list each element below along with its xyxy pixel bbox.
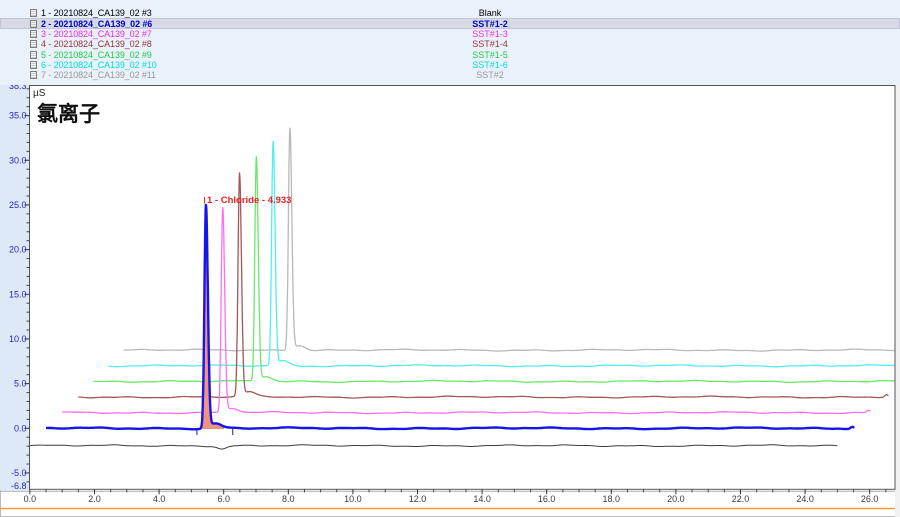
legend-injection-label: 3 - 20210824_CA139_02 #7	[41, 29, 152, 39]
legend-injection-label: 1 - 20210824_CA139_02 #3	[41, 8, 152, 18]
chromatogram-file-icon	[30, 20, 37, 28]
chromatogram-file-icon	[30, 61, 37, 69]
legend-sample-name: SST#1-2	[450, 19, 530, 29]
x-tick-label: 26.0	[861, 494, 879, 504]
x-tick-label: 22.0	[732, 494, 750, 504]
x-tick-label: 14.0	[473, 494, 491, 504]
x-tick-label: 18.0	[603, 494, 621, 504]
y-tick-label: 30.0	[9, 155, 27, 165]
legend-injection-label: 5 - 20210824_CA139_02 #9	[41, 50, 152, 60]
legend-sample-name: SST#1-5	[450, 50, 530, 60]
chromatogram-file-icon	[30, 30, 37, 38]
x-tick-label: 4.0	[153, 494, 166, 504]
legend-row-7[interactable]: 7 - 20210824_CA139_02 #11 SST#2	[0, 70, 900, 80]
x-tick-label: 2.0	[88, 494, 101, 504]
peak-label: 1 - Chloride - 4.933	[207, 195, 291, 206]
y-tick-label: 20.0	[9, 245, 27, 255]
legend-sample-name: SST#1-3	[450, 29, 530, 39]
y-tick-label: -5.0	[11, 468, 27, 478]
legend-sample-name: SST#1-4	[450, 39, 530, 49]
chromatogram-file-icon	[30, 40, 37, 48]
chromatography-window: 1 - 20210824_CA139_02 #3Blank2 - 2021082…	[0, 0, 900, 517]
x-tick-label: 24.0	[796, 494, 814, 504]
y-axis-unit: µS	[33, 88, 46, 99]
legend-row-6[interactable]: 6 - 20210824_CA139_02 #10 SST#1-6	[0, 60, 900, 70]
x-tick-label: 20.0	[667, 494, 685, 504]
legend-sample-name: Blank	[450, 8, 530, 18]
legend-injection-label: 2 - 20210824_CA139_02 #6	[41, 19, 152, 29]
x-tick-label: 10.0	[344, 494, 362, 504]
legend-injection-label: 6 - 20210824_CA139_02 #10	[41, 60, 157, 70]
legend-row-2[interactable]: 2 - 20210824_CA139_02 #6 SST#1-2	[0, 18, 900, 28]
x-tick-label: 0.0	[24, 494, 37, 504]
x-tick-label: 6.0	[217, 494, 230, 504]
y-tick-label: 25.0	[9, 200, 27, 210]
y-edge-label: -6.8	[11, 481, 27, 491]
right-margin	[895, 85, 900, 517]
y-tick-label: 5.0	[14, 379, 27, 389]
y-tick-label: 10.0	[9, 334, 27, 344]
legend-injection-label: 7 - 20210824_CA139_02 #11	[41, 70, 156, 80]
x-tick-label: 16.0	[538, 494, 556, 504]
legend-injection-label: 4 - 20210824_CA139_02 #8	[41, 39, 152, 49]
legend-row-3[interactable]: 3 - 20210824_CA139_02 #7 SST#1-3	[0, 29, 900, 39]
chromatogram-file-icon	[30, 71, 37, 79]
y-tick-label: 35.0	[9, 111, 27, 121]
y-tick-label: 0.0	[14, 423, 27, 433]
chromatogram-file-icon	[30, 51, 37, 59]
chart-title: 氯离子	[37, 102, 100, 126]
chromatogram-file-icon	[30, 9, 37, 17]
injection-legend: 1 - 20210824_CA139_02 #3Blank2 - 2021082…	[0, 0, 900, 85]
legend-row-4[interactable]: 4 - 20210824_CA139_02 #8 SST#1-4	[0, 39, 900, 49]
x-tick-label: 12.0	[409, 494, 427, 504]
y-tick-label: 15.0	[9, 289, 27, 299]
legend-sample-name: SST#2	[450, 70, 530, 80]
legend-sample-name: SST#1-6	[450, 60, 530, 70]
x-tick-label: 8.0	[282, 494, 295, 504]
legend-row-1[interactable]: 1 - 20210824_CA139_02 #3 Blank	[0, 8, 900, 18]
legend-row-5[interactable]: 5 - 20210824_CA139_02 #9 SST#1-5	[0, 49, 900, 59]
